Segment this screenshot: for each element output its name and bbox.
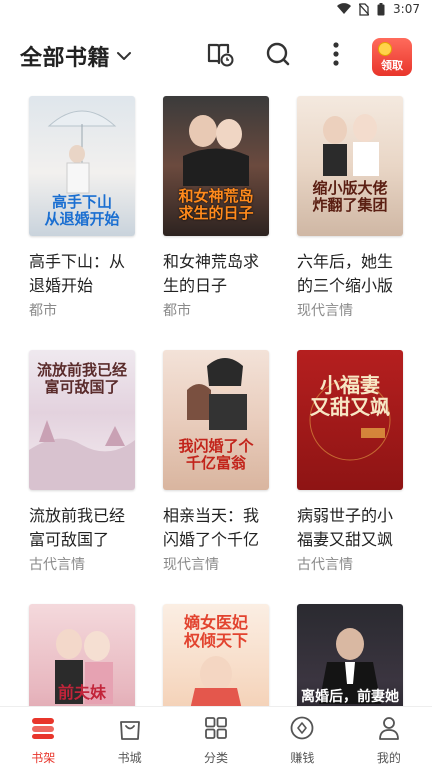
- book-clock-icon: [206, 41, 234, 71]
- book-title: 相亲当天：我闪婚了个千亿: [163, 506, 260, 549]
- search-button[interactable]: [262, 40, 294, 72]
- cover-text: 高手下山 从退婚开始: [44, 193, 120, 228]
- book-card[interactable]: 和女神荒岛 求生的日子 和女神荒岛求生的日子 都市: [163, 96, 271, 320]
- tab-label: 赚钱: [290, 751, 315, 765]
- book-card[interactable]: 流放前我已经 富可敌国了 流放前我已经富可敌国了 古代言情: [29, 350, 137, 574]
- book-card[interactable]: 小福妻 又甜又飒 病弱世子的小福妻又甜又飒 古代言情: [297, 350, 405, 574]
- header: 全部书籍 领取: [0, 30, 432, 82]
- page-title: 全部书籍: [20, 46, 111, 71]
- book-card[interactable]: 我闪婚了个 千亿富翁 相亲当天：我闪婚了个千亿 现代言情: [163, 350, 271, 574]
- book-genre: 古代言情: [29, 557, 85, 573]
- tab-bookstore[interactable]: 书城: [86, 707, 172, 768]
- bottom-tab-bar: 书架 书城 分类 赚钱 我的: [0, 706, 432, 768]
- tab-category[interactable]: 分类: [173, 707, 259, 768]
- book-genre: 古代言情: [297, 557, 353, 573]
- more-options-button[interactable]: [320, 40, 352, 72]
- cover-text: 前夫妹: [57, 683, 106, 702]
- book-genre: 现代言情: [163, 557, 219, 573]
- cover-text: 和女神荒岛 求生的日子: [178, 187, 254, 222]
- tab-label: 我的: [376, 751, 401, 765]
- cover-text: 我闪婚了个 千亿富翁: [178, 437, 254, 472]
- more-vertical-icon: [333, 42, 339, 70]
- reading-history-button[interactable]: [204, 40, 236, 72]
- search-icon: [265, 41, 291, 71]
- earn-coin-icon: [289, 715, 315, 745]
- coin-icon: [378, 42, 392, 56]
- profile-icon: [377, 715, 401, 745]
- tab-label: 分类: [204, 751, 229, 765]
- book-genre: 现代言情: [297, 303, 353, 319]
- cover-text: 小福妻 又甜又飒: [310, 373, 390, 419]
- claim-label: 领取: [381, 59, 403, 72]
- book-cover: 流放前我已经 富可敌国了: [29, 350, 135, 490]
- book-title: 和女神荒岛求生的日子: [163, 252, 260, 295]
- chevron-down-icon: [116, 51, 132, 61]
- no-sim-icon: [359, 2, 370, 16]
- cover-text: 离婚后，前妻她: [301, 689, 399, 705]
- book-cover: 高手下山 从退婚开始: [29, 96, 135, 236]
- book-genre: 都市: [163, 303, 191, 319]
- book-cover: 我闪婚了个 千亿富翁: [163, 350, 269, 490]
- wifi-icon: [337, 3, 352, 15]
- status-icons: 3:07: [337, 2, 420, 16]
- tab-label: 书城: [117, 751, 142, 765]
- book-title: 高手下山：从退婚开始: [29, 252, 126, 295]
- book-filter-dropdown[interactable]: 全部书籍: [20, 40, 132, 72]
- category-grid-icon: [204, 715, 228, 745]
- book-genre: 都市: [29, 303, 57, 319]
- tab-earn[interactable]: 赚钱: [259, 707, 345, 768]
- book-cover: 小福妻 又甜又飒: [297, 350, 403, 490]
- battery-icon: [377, 2, 385, 16]
- book-title: 六年后，她生的三个缩小版: [297, 252, 394, 295]
- bookshelf-icon: [30, 715, 56, 745]
- book-card[interactable]: 缩小版大佬 炸翻了集团 六年后，她生的三个缩小版 现代言情: [297, 96, 405, 320]
- book-title: 流放前我已经富可敌国了: [29, 506, 126, 549]
- store-icon: [118, 715, 142, 745]
- cover-text: 缩小版大佬 炸翻了集团: [312, 179, 388, 214]
- book-cover: 缩小版大佬 炸翻了集团: [297, 96, 403, 236]
- tab-label: 书架: [31, 751, 56, 765]
- tab-profile[interactable]: 我的: [346, 707, 432, 768]
- tab-bookshelf[interactable]: 书架: [0, 707, 86, 768]
- cover-text: 流放前我已经 富可敌国了: [36, 361, 127, 396]
- claim-reward-button[interactable]: 领取: [372, 38, 412, 76]
- book-cover: 和女神荒岛 求生的日子: [163, 96, 269, 236]
- book-card[interactable]: 高手下山 从退婚开始 高手下山：从退婚开始 都市: [29, 96, 137, 320]
- book-title: 病弱世子的小福妻又甜又飒: [297, 506, 394, 549]
- cover-text: 嫡女医妃 权倾天下: [183, 613, 248, 650]
- status-bar: 3:07: [0, 0, 432, 22]
- status-time: 3:07: [393, 2, 420, 16]
